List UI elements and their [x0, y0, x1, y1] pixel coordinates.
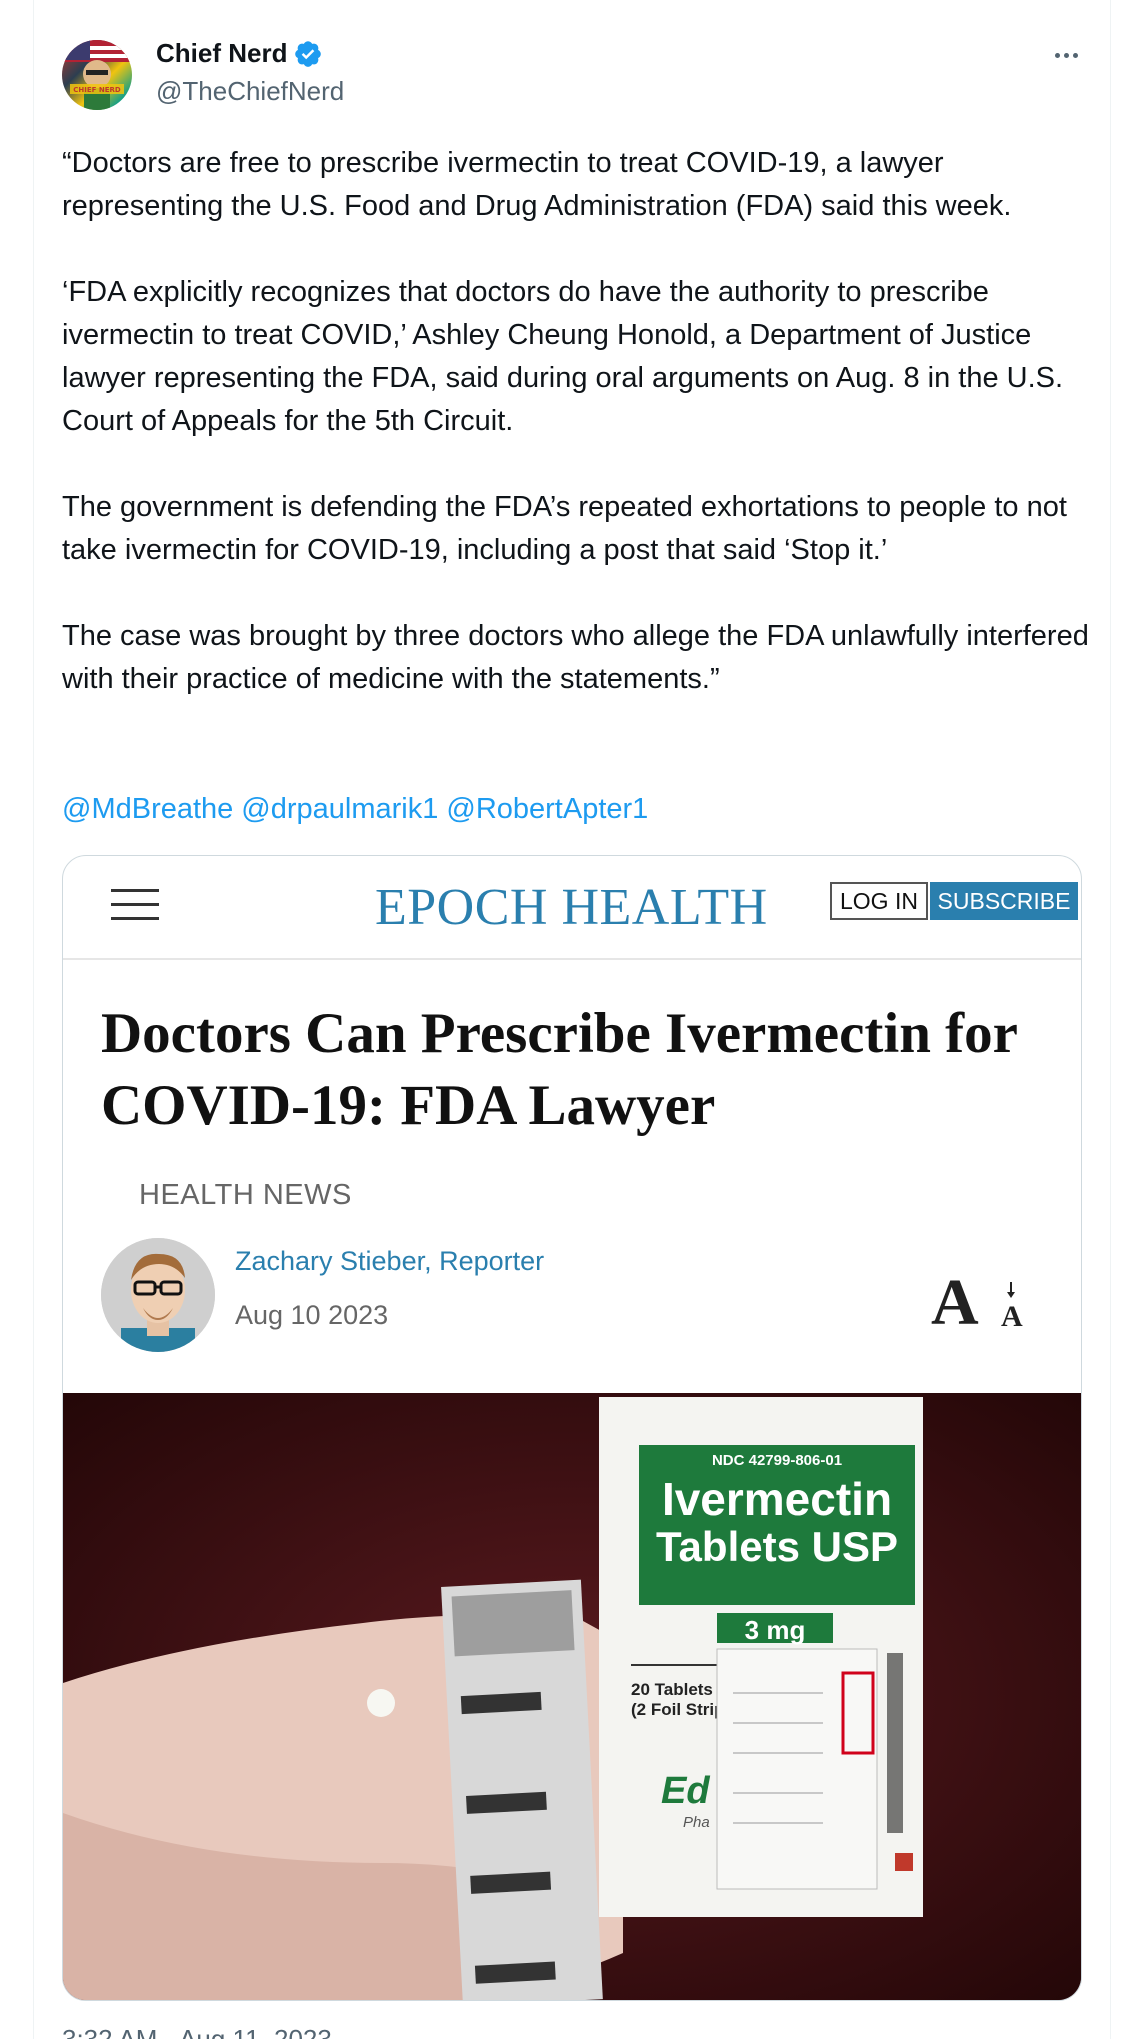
article-image[interactable]: NDC 42799-806-01 Ivermectin Tablets USP …	[63, 1393, 1081, 2000]
tweet-timestamp[interactable]: 3:32 AM · Aug 11, 2023	[62, 2024, 332, 2039]
author-avatar	[101, 1238, 215, 1352]
article-site-header: EPOCH HEALTH LOG IN SUBSCRIBE	[63, 856, 1081, 960]
font-size-large-glyph: A	[931, 1266, 979, 1336]
article-category[interactable]: HEALTH NEWS	[139, 1179, 352, 1212]
font-size-icon[interactable]: A A	[931, 1266, 1041, 1336]
ivermectin-photo: NDC 42799-806-01 Ivermectin Tablets USP …	[63, 1393, 1081, 2000]
mention-link-mdbreathe[interactable]: @MdBreathe	[62, 788, 233, 831]
subscribe-button[interactable]: SUBSCRIBE	[930, 882, 1078, 920]
author-name[interactable]: Zachary Stieber, Reporter	[235, 1246, 544, 1277]
site-logo[interactable]: EPOCH HEALTH	[375, 878, 768, 937]
photo-maker: Ed	[661, 1770, 710, 1812]
avatar-text: CHIEF NERD	[73, 86, 121, 94]
photo-count-line1: 20 Tablets	[631, 1680, 713, 1699]
tweet-paragraph-1: “Doctors are free to prescribe ivermecti…	[62, 147, 1012, 222]
font-size-small-glyph: A	[1001, 1300, 1023, 1333]
photo-drug-line1: Ivermectin	[662, 1473, 892, 1525]
author-photo	[101, 1238, 215, 1352]
login-button[interactable]: LOG IN	[830, 882, 928, 920]
article-card[interactable]: EPOCH HEALTH LOG IN SUBSCRIBE Doctors Ca…	[62, 855, 1082, 2001]
photo-drug-line2: Tablets USP	[656, 1523, 898, 1570]
avatar-image: CHIEF NERD	[62, 40, 132, 110]
verified-badge-icon	[295, 40, 322, 67]
tweet-text: “Doctors are free to prescribe ivermecti…	[62, 142, 1092, 701]
mention-link-drpaulmarik1[interactable]: @drpaulmarik1	[241, 788, 438, 831]
photo-ndc: NDC 42799-806-01	[712, 1452, 842, 1469]
article-date: Aug 10 2023	[235, 1300, 389, 1330]
user-avatar[interactable]: CHIEF NERD	[62, 40, 132, 110]
article-headline[interactable]: Doctors Can Prescribe Ivermectin for COV…	[101, 998, 1061, 1142]
name-row: Chief Nerd	[156, 38, 323, 69]
photo-dose: 3 mg	[745, 1615, 806, 1645]
tweet-paragraph-2: ‘FDA explicitly recognizes that doctors …	[62, 276, 1064, 437]
tweet-paragraph-4: The case was brought by three doctors wh…	[62, 620, 1089, 695]
user-handle[interactable]: @TheChiefNerd	[156, 76, 344, 107]
mention-link-robertapter1[interactable]: @RobertApter1	[446, 788, 648, 831]
mentions: @MdBreathe @drpaulmarik1 @RobertApter1	[62, 788, 648, 831]
more-options-icon[interactable]	[1048, 40, 1084, 70]
hamburger-menu-icon[interactable]	[111, 889, 159, 921]
display-name[interactable]: Chief Nerd	[156, 38, 287, 69]
tweet-paragraph-3: The government is defending the FDA’s re…	[62, 491, 1067, 566]
photo-count-line2: (2 Foil Strip	[631, 1700, 725, 1719]
photo-maker-sub: Pha	[683, 1814, 710, 1831]
